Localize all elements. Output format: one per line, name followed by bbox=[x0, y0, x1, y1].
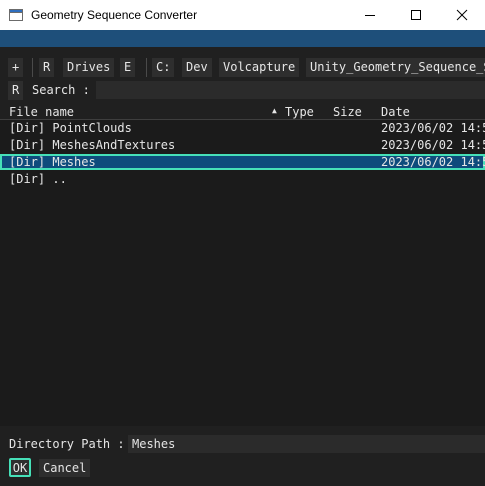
column-header-file-name[interactable]: File name bbox=[9, 104, 74, 120]
toolbar-separator bbox=[146, 58, 147, 77]
column-header-size[interactable]: Size bbox=[333, 104, 362, 120]
path-segment-c-drive[interactable]: C: bbox=[152, 58, 175, 77]
path-segment-dev[interactable]: Dev bbox=[182, 58, 212, 77]
directory-path-input[interactable]: Meshes bbox=[128, 435, 485, 453]
search-label: Search : bbox=[32, 83, 90, 97]
file-row-pointclouds[interactable]: [Dir] PointClouds 2023/06/02 14:5 bbox=[0, 120, 485, 136]
file-list[interactable]: [Dir] PointClouds 2023/06/02 14:5 [Dir] … bbox=[0, 120, 485, 426]
ok-button[interactable]: OK bbox=[9, 458, 31, 477]
close-button[interactable] bbox=[439, 0, 485, 30]
file-row-meshesandtextures[interactable]: [Dir] MeshesAndTextures 2023/06/02 14:5 bbox=[0, 137, 485, 153]
file-row-date: 2023/06/02 14:5 bbox=[381, 155, 485, 169]
minimize-icon bbox=[365, 15, 375, 16]
file-row-name: [Dir] .. bbox=[9, 172, 67, 186]
file-table-header: File name ▲ Type Size Date bbox=[0, 104, 485, 120]
maximize-icon bbox=[411, 10, 421, 20]
toolbar-separator bbox=[32, 58, 33, 77]
file-row-date: 2023/06/02 14:5 bbox=[381, 121, 485, 135]
column-header-date[interactable]: Date bbox=[381, 104, 410, 120]
reset-search-button[interactable]: R bbox=[8, 81, 24, 100]
menu-bar bbox=[0, 30, 485, 47]
close-icon bbox=[456, 9, 468, 21]
app-icon bbox=[9, 8, 23, 22]
path-segment-unity-geometry-sequence[interactable]: Unity_Geometry_Sequence_Streaming bbox=[306, 58, 485, 77]
file-row-name: [Dir] PointClouds bbox=[9, 121, 132, 135]
file-row-name: [Dir] Meshes bbox=[9, 155, 96, 169]
file-row-parent-dir[interactable]: [Dir] .. bbox=[0, 171, 485, 187]
cancel-button[interactable]: Cancel bbox=[39, 459, 91, 477]
directory-path-label: Directory Path : bbox=[9, 437, 125, 451]
window-title: Geometry Sequence Converter bbox=[31, 8, 198, 22]
path-segment-volcapture[interactable]: Volcapture bbox=[219, 58, 300, 77]
file-row-name: [Dir] MeshesAndTextures bbox=[9, 138, 176, 152]
column-header-type[interactable]: Type bbox=[285, 104, 314, 120]
title-bar: Geometry Sequence Converter bbox=[0, 0, 485, 30]
minimize-button[interactable] bbox=[347, 0, 393, 30]
file-row-date: 2023/06/02 14:5 bbox=[381, 138, 485, 152]
search-input[interactable] bbox=[96, 81, 485, 99]
maximize-button[interactable] bbox=[393, 0, 439, 30]
file-row-meshes[interactable]: [Dir] Meshes 2023/06/02 14:5 bbox=[0, 154, 485, 170]
reset-path-button[interactable]: R bbox=[39, 58, 55, 77]
sort-ascending-icon: ▲ bbox=[272, 106, 277, 115]
path-segment-e[interactable]: E bbox=[120, 58, 136, 77]
add-place-button[interactable]: + bbox=[8, 58, 24, 77]
drives-button[interactable]: Drives bbox=[63, 58, 115, 77]
